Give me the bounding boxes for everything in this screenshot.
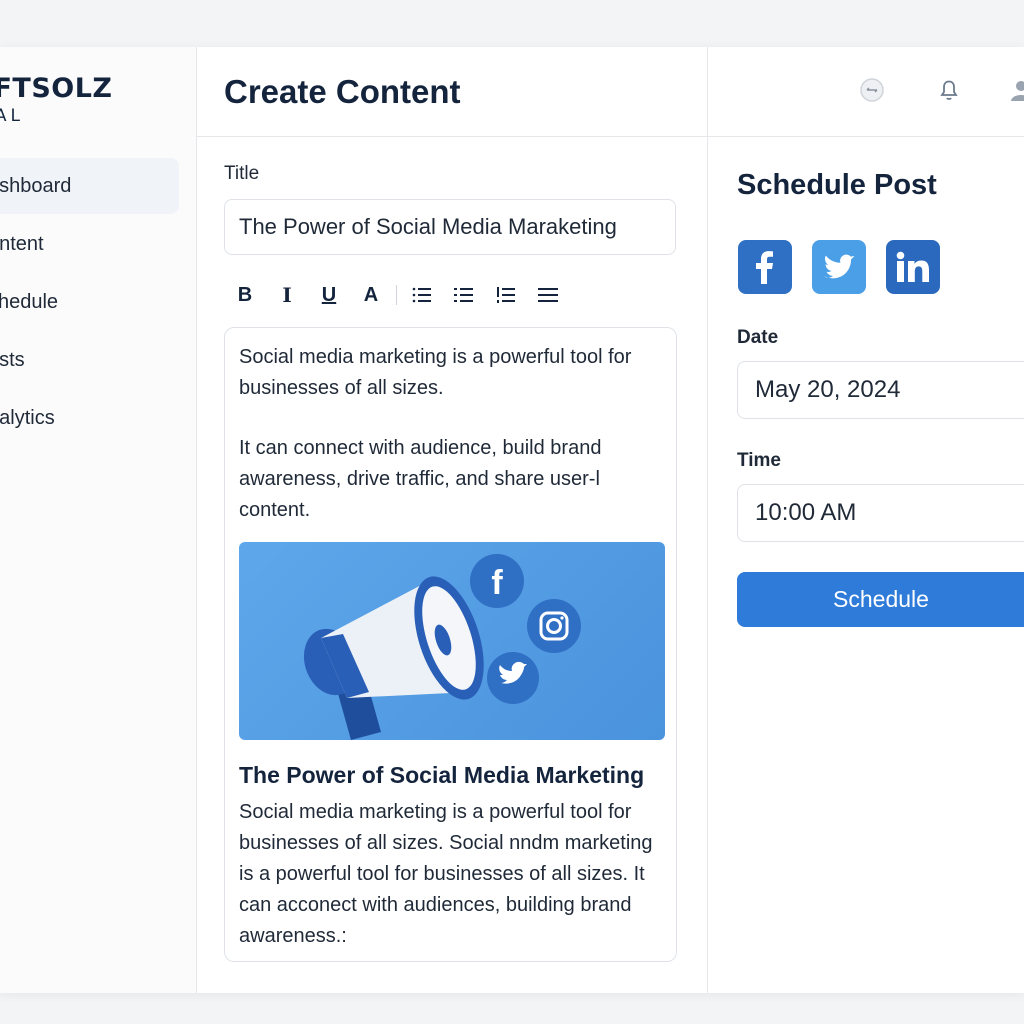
- bulleted-list-icon: [412, 287, 431, 303]
- italic-button[interactable]: I: [266, 279, 308, 311]
- schedule-panel: Schedule Post Date May 20, 2024 Time 10:…: [708, 47, 1024, 993]
- schedule-button[interactable]: Schedule: [737, 572, 1024, 627]
- checklist-button[interactable]: [485, 279, 527, 311]
- facebook-icon: [756, 251, 773, 284]
- align-icon: [538, 288, 558, 302]
- bulleted-list-button[interactable]: [401, 279, 443, 311]
- megaphone-illustration: f: [303, 554, 581, 740]
- underline-label: U: [321, 283, 337, 306]
- paragraph: Social media marketing is a powerful too…: [239, 346, 632, 399]
- align-button[interactable]: [527, 279, 569, 311]
- facebook-button[interactable]: [738, 240, 792, 294]
- user-icon[interactable]: [1008, 77, 1024, 103]
- sidebar-item-dashboard[interactable]: ashboard: [0, 158, 179, 214]
- paragraph: It can connect with audience, build bran…: [239, 437, 602, 521]
- sidebar-item-label: ashboard: [0, 174, 72, 197]
- toolbar-divider: [396, 285, 397, 305]
- svg-text:f: f: [491, 564, 503, 602]
- time-field[interactable]: 10:00 AM: [737, 484, 1024, 542]
- twitter-button[interactable]: [812, 240, 866, 294]
- app-window: OFTSOLZ CIAL ashboard ontent chedule ost…: [0, 47, 1024, 993]
- linkedin-icon: [896, 251, 929, 282]
- sidebar-item-label: ontent: [0, 232, 44, 255]
- sidebar-item-label: nalytics: [0, 406, 55, 429]
- schedule-button-label: Schedule: [833, 586, 929, 612]
- content-editor-panel: Create Content Title B I U A: [197, 47, 708, 993]
- linkedin-button[interactable]: [886, 240, 940, 294]
- time-label: Time: [737, 450, 782, 471]
- bold-label: B: [237, 283, 253, 306]
- sidebar: OFTSOLZ CIAL ashboard ontent chedule ost…: [0, 47, 197, 993]
- preview-body: Social media marketing is a powerful too…: [239, 801, 653, 947]
- page-title: Create Content: [224, 73, 461, 110]
- bell-icon[interactable]: [936, 77, 962, 103]
- numbered-list-button[interactable]: [443, 279, 485, 311]
- preview-title: The Power of Social Media Marketing: [239, 762, 645, 788]
- megaphone-image: f: [239, 542, 665, 740]
- brand-name: OFTSOLZ: [0, 73, 113, 104]
- title-input[interactable]: [224, 199, 676, 255]
- underline-button[interactable]: U: [308, 279, 350, 311]
- text-color-label: A: [363, 283, 379, 306]
- sidebar-item-label: chedule: [0, 290, 59, 313]
- text-color-button[interactable]: A: [350, 279, 392, 311]
- checklist-icon: [497, 287, 515, 303]
- sidebar-item-label: osts: [0, 348, 25, 371]
- editor-header: Create Content: [197, 47, 707, 137]
- time-value: 10:00 AM: [755, 499, 857, 526]
- date-field[interactable]: May 20, 2024: [737, 361, 1024, 419]
- sidebar-item-posts[interactable]: osts: [0, 332, 180, 388]
- date-label: Date: [737, 327, 779, 348]
- italic-label: I: [282, 283, 292, 307]
- social-network-selector: [738, 240, 940, 294]
- brand-subname: CIAL: [0, 106, 24, 126]
- date-value: May 20, 2024: [755, 376, 901, 403]
- sidebar-nav: ashboard ontent chedule osts nalytics: [0, 158, 180, 448]
- schedule-title: Schedule Post: [737, 169, 937, 201]
- sidebar-item-schedule[interactable]: chedule: [0, 274, 180, 330]
- title-label: Title: [224, 163, 260, 184]
- toggle-icon[interactable]: [859, 77, 885, 103]
- content-body-editor[interactable]: Social media marketing is a powerful too…: [224, 327, 677, 962]
- formatting-toolbar: B I U A: [224, 279, 569, 311]
- sidebar-item-content[interactable]: ontent: [0, 216, 180, 272]
- numbered-list-icon: [454, 288, 473, 302]
- top-bar: [708, 47, 1024, 137]
- sidebar-item-analytics[interactable]: nalytics: [0, 390, 180, 446]
- twitter-icon: [824, 254, 855, 279]
- brand-logo: OFTSOLZ CIAL: [0, 73, 113, 126]
- bold-button[interactable]: B: [224, 279, 266, 311]
